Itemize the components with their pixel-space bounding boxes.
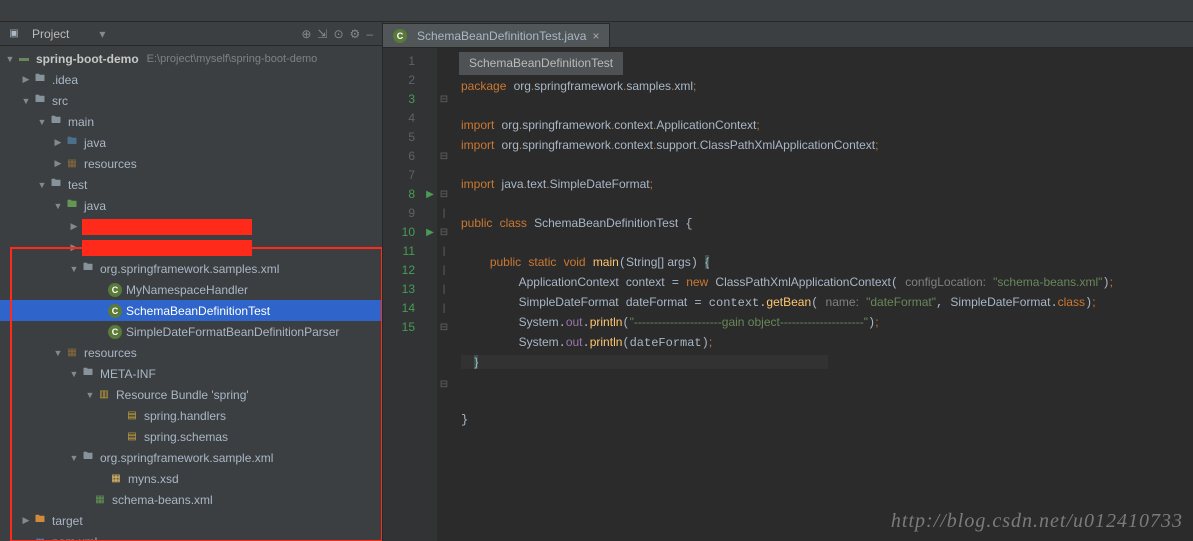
tree-schema-test[interactable]: CSchemaBeanDefinitionTest xyxy=(0,300,382,321)
run-gutter: ▶ ▶ xyxy=(423,48,437,541)
tree-target[interactable]: 🖿target xyxy=(0,510,382,531)
tree-handlers[interactable]: ▤spring.handlers xyxy=(0,405,382,426)
tree-test-java[interactable]: 🖿java xyxy=(0,195,382,216)
editor-tabs: C SchemaBeanDefinitionTest.java × xyxy=(383,22,1193,48)
tree-redacted-2[interactable] xyxy=(0,237,382,258)
tree-ns-handler[interactable]: CMyNamespaceHandler xyxy=(0,279,382,300)
tree-test[interactable]: 🖿test xyxy=(0,174,382,195)
code-content[interactable]: SchemaBeanDefinitionTest package org.spr… xyxy=(451,48,1193,541)
project-header: ▣ Project ▾ ⊕ ⇲ ⊙ ⚙ – xyxy=(0,22,382,46)
locate-icon[interactable]: ⊙ xyxy=(333,27,343,41)
tree-schema-beans[interactable]: ▦schema-beans.xml xyxy=(0,489,382,510)
tree-main[interactable]: 🖿main xyxy=(0,111,382,132)
java-class-icon: C xyxy=(393,29,407,43)
collapse-icon[interactable]: ⊕ xyxy=(301,27,311,41)
project-tree: ▬spring-boot-demoE:\project\myself\sprin… xyxy=(0,46,382,541)
tree-main-java[interactable]: 🖿java xyxy=(0,132,382,153)
tree-pkg-sample[interactable]: 🖿org.springframework.sample.xml xyxy=(0,447,382,468)
tree-bundle[interactable]: ▥Resource Bundle 'spring' xyxy=(0,384,382,405)
project-icon: ▣ xyxy=(6,26,22,42)
tree-pkg-samples[interactable]: 🖿org.springframework.samples.xml xyxy=(0,258,382,279)
tree-myns[interactable]: ▦myns.xsd xyxy=(0,468,382,489)
tab-schema-test[interactable]: C SchemaBeanDefinitionTest.java × xyxy=(383,23,610,47)
tree-idea[interactable]: 🖿.idea xyxy=(0,69,382,90)
tree-parser[interactable]: CSimpleDateFormatBeanDefinitionParser xyxy=(0,321,382,342)
tree-test-resources[interactable]: ▦resources xyxy=(0,342,382,363)
project-sidebar: ▣ Project ▾ ⊕ ⇲ ⊙ ⚙ – ▬spring-boot-demoE… xyxy=(0,22,383,541)
tree-root[interactable]: ▬spring-boot-demoE:\project\myself\sprin… xyxy=(0,48,382,69)
tree-meta-inf[interactable]: 🖿META-INF xyxy=(0,363,382,384)
close-icon[interactable]: × xyxy=(592,29,599,43)
fold-gutter: ⊟ ⊟ ⊟|⊟||||⊟ ⊟ xyxy=(437,48,451,541)
top-toolbar xyxy=(0,0,1193,22)
dropdown-icon[interactable]: ▾ xyxy=(99,27,105,41)
tree-schemas[interactable]: ▤spring.schemas xyxy=(0,426,382,447)
hide-icon[interactable]: – xyxy=(366,27,373,41)
watermark: http://blog.csdn.net/u012410733 xyxy=(891,510,1183,533)
expand-icon[interactable]: ⇲ xyxy=(317,27,327,41)
run-main-icon[interactable]: ▶ xyxy=(423,223,437,242)
tree-main-resources[interactable]: ▦resources xyxy=(0,153,382,174)
settings-icon[interactable]: ⚙ xyxy=(350,27,361,41)
tree-redacted-1[interactable] xyxy=(0,216,382,237)
tree-pom[interactable]: mpom.xml xyxy=(0,531,382,541)
tab-label: SchemaBeanDefinitionTest.java xyxy=(417,29,586,43)
tree-src[interactable]: 🖿src xyxy=(0,90,382,111)
project-title: Project xyxy=(32,27,69,41)
code-area: 123456789101112131415 ▶ ▶ ⊟ ⊟ ⊟|⊟||||⊟ ⊟… xyxy=(383,48,1193,541)
editor-pane: C SchemaBeanDefinitionTest.java × 123456… xyxy=(383,22,1193,541)
line-gutter: 123456789101112131415 xyxy=(383,48,423,541)
run-class-icon[interactable]: ▶ xyxy=(423,185,437,204)
breadcrumb[interactable]: SchemaBeanDefinitionTest xyxy=(459,52,623,75)
